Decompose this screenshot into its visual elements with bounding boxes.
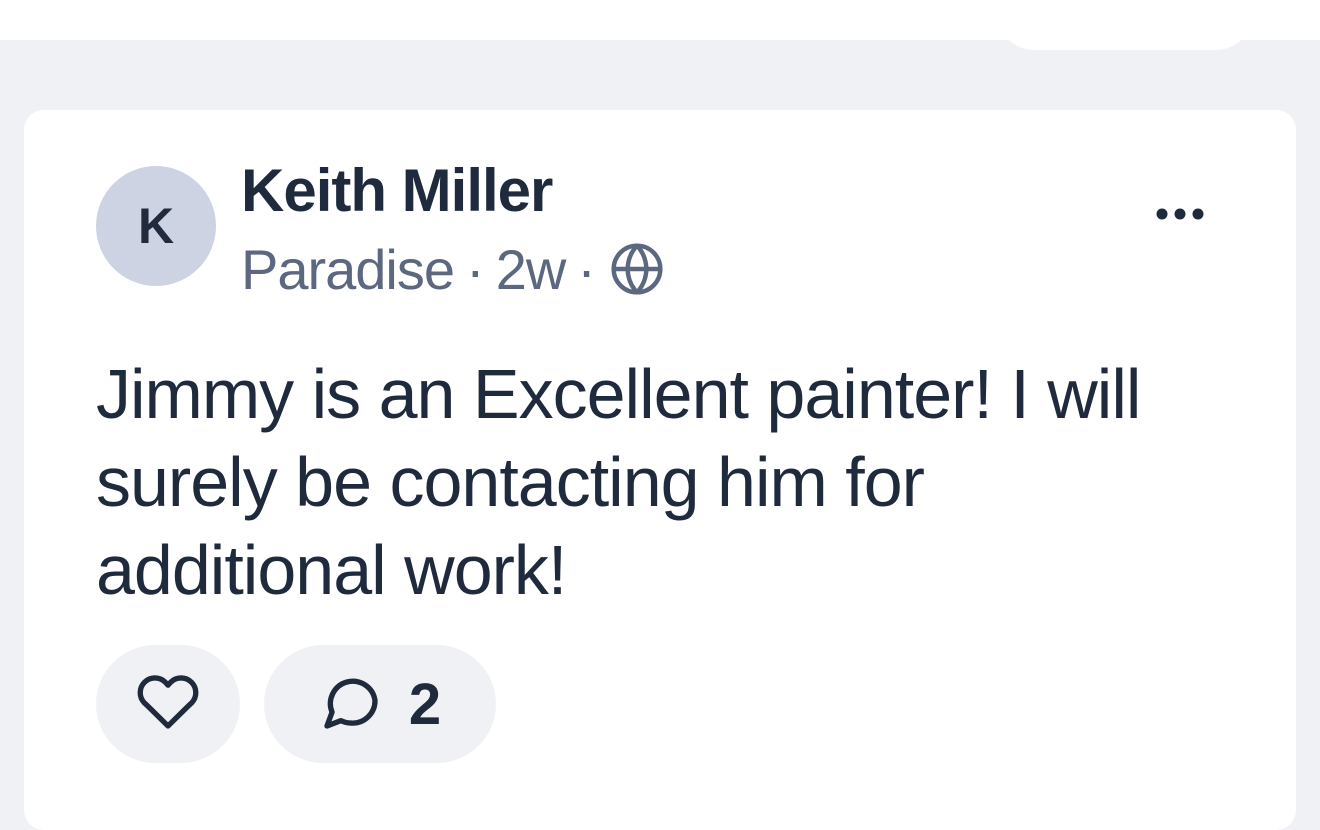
post-meta: Paradise · 2w ·: [241, 234, 665, 304]
heart-icon: [136, 670, 200, 739]
avatar-initial: K: [137, 198, 175, 254]
comment-count: 2: [408, 671, 442, 737]
location-label: Paradise: [241, 237, 455, 301]
avatar[interactable]: K: [96, 166, 216, 286]
comment-bubble-icon: [319, 670, 383, 739]
meta-separator: ·: [466, 237, 485, 301]
more-options-button[interactable]: [1144, 196, 1216, 236]
post-age: 2w: [495, 237, 567, 301]
author-name[interactable]: Keith Miller: [241, 156, 553, 225]
like-button[interactable]: [96, 645, 240, 763]
top-pill-button[interactable]: [995, 0, 1255, 50]
meta-separator: ·: [577, 237, 596, 301]
more-horizontal-icon: [1152, 204, 1208, 229]
comment-button[interactable]: 2: [264, 645, 496, 763]
post-card: K Keith Miller Paradise · 2w · Jimmy is …: [24, 110, 1296, 830]
post-body: Jimmy is an Excellent painter! I will su…: [96, 355, 1141, 609]
globe-icon: [609, 241, 665, 297]
